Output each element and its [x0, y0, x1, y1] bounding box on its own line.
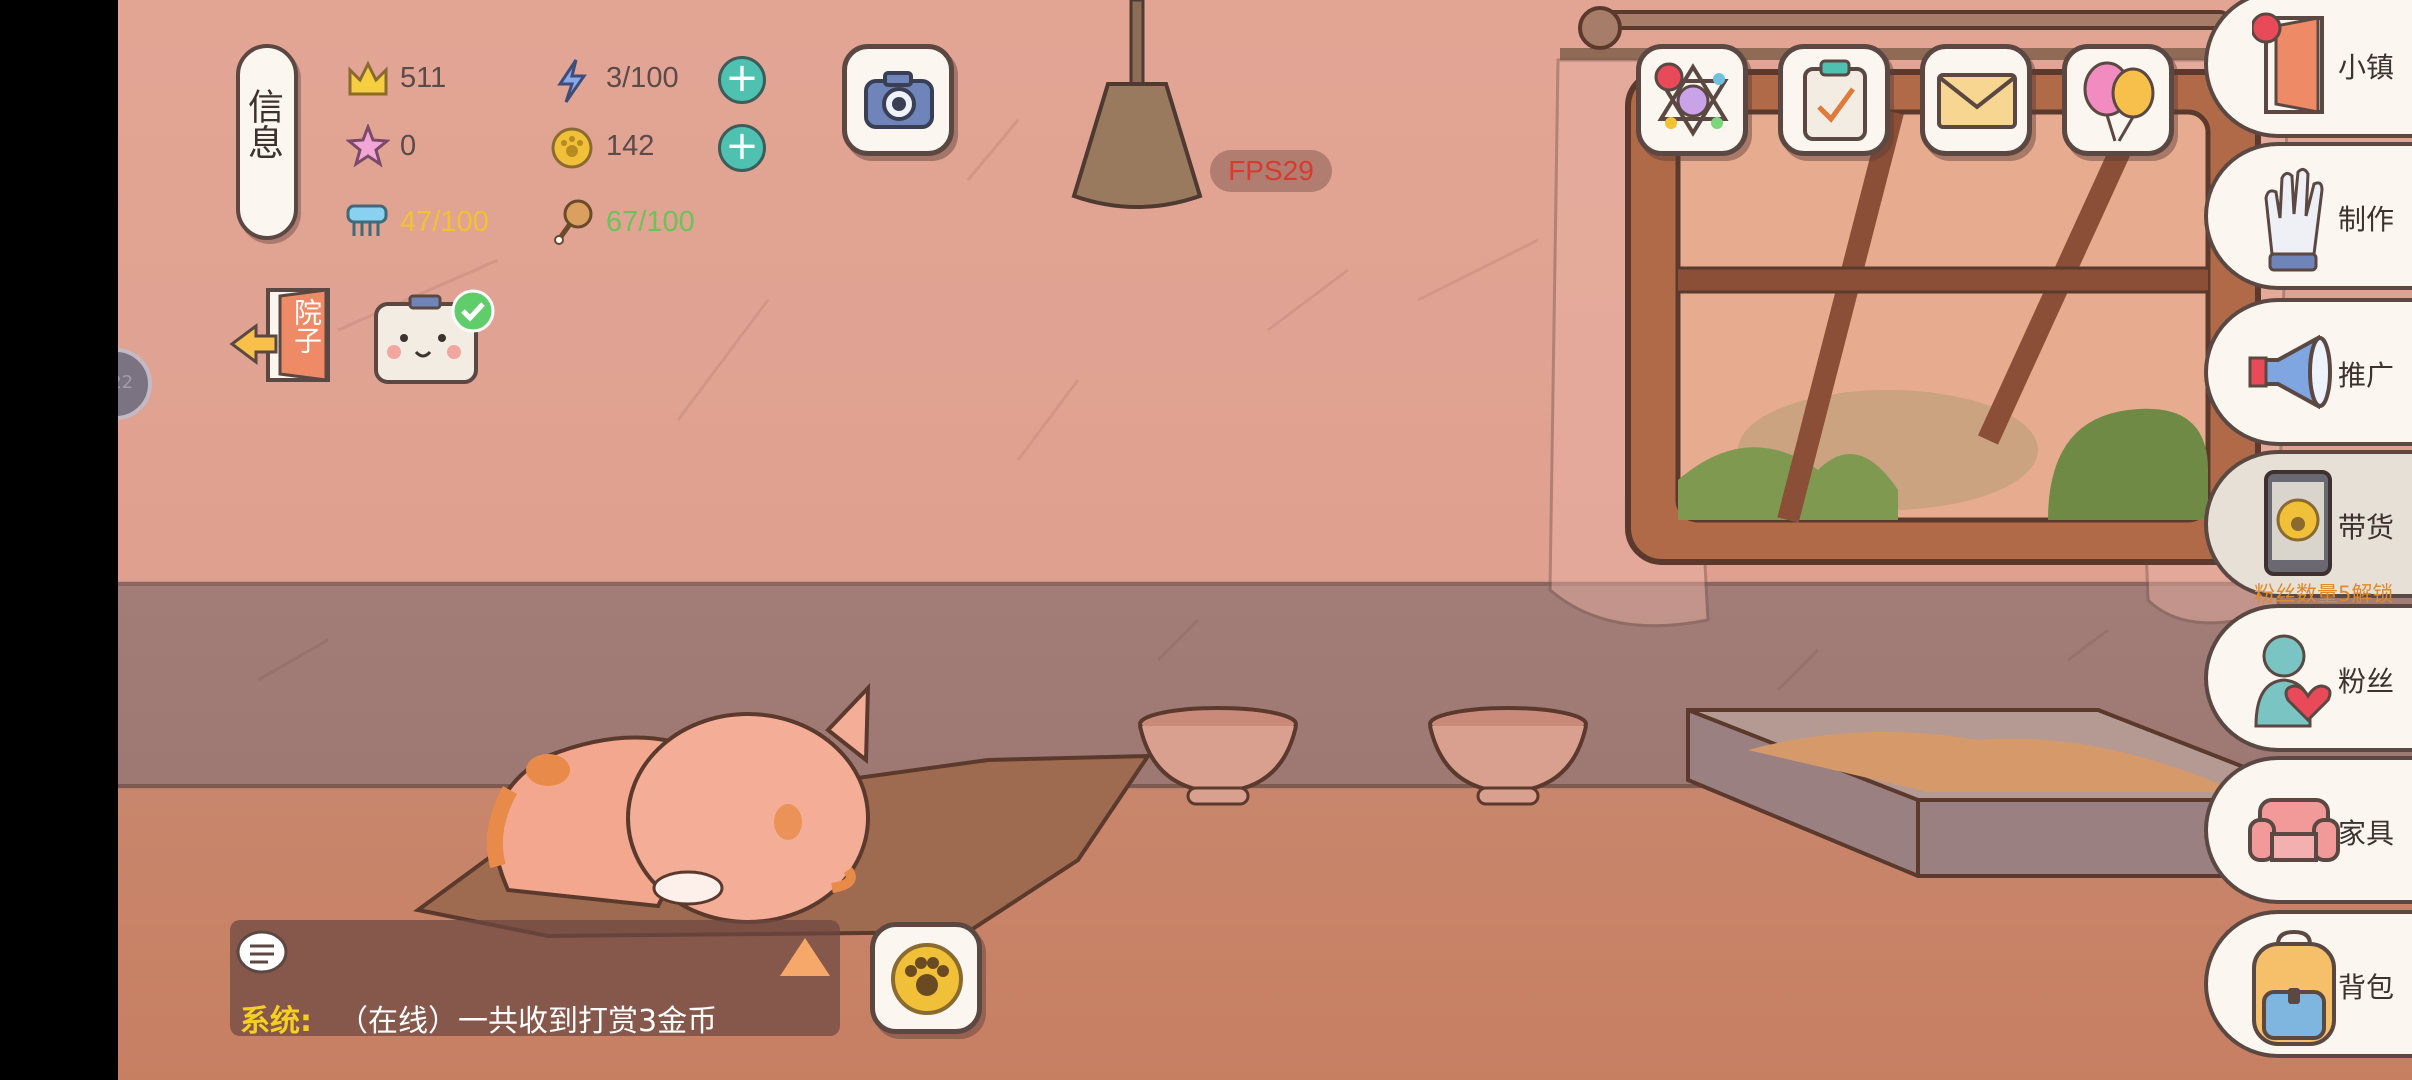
- energy-bolt-icon: [557, 59, 587, 103]
- side-menu-craft-label: 制作: [2338, 203, 2395, 236]
- star-icon: [346, 124, 390, 168]
- camera-button[interactable]: [842, 44, 954, 156]
- sofa-icon: [2248, 798, 2340, 862]
- side-menu-town-label: 小镇: [2338, 51, 2395, 84]
- sleeping-cat: [413, 682, 1152, 939]
- food-value: 67/100: [606, 206, 695, 238]
- food-bowl: [1138, 706, 1298, 806]
- side-menu-fans[interactable]: 粉丝: [2204, 604, 2412, 752]
- yard-door-label: 院子: [290, 298, 323, 354]
- info-button-label: 信息: [242, 88, 283, 160]
- info-button[interactable]: 信息: [236, 44, 298, 240]
- drumstick-icon: [554, 199, 593, 245]
- mail-button[interactable]: [1920, 44, 2032, 156]
- fps-badge: FPS29: [1210, 150, 1332, 192]
- balloons-icon: [2083, 61, 2155, 142]
- megaphone-icon: [2248, 334, 2332, 410]
- chat-message: （在线）一共收到打赏3金币: [338, 1004, 718, 1039]
- mail-icon: [1937, 73, 2017, 129]
- side-menu-promote-label: 推广: [2338, 359, 2395, 392]
- side-menu-sell-goods-label: 带货: [2338, 511, 2395, 544]
- hanging-lamp: [1071, 0, 1203, 209]
- side-menu-promote[interactable]: 推广: [2204, 298, 2412, 446]
- backpack-icon: [2252, 930, 2336, 1046]
- chat-panel[interactable]: 系统: （在线）一共收到打赏3金币: [230, 920, 840, 1039]
- cat-status-button[interactable]: [372, 289, 496, 390]
- paw-coin-icon: [551, 127, 593, 169]
- add-energy-button[interactable]: +: [718, 56, 766, 104]
- side-menu-backpack[interactable]: 背包: [2204, 910, 2412, 1058]
- add-coin-button[interactable]: +: [718, 124, 766, 172]
- side-menu-fans-label: 粉丝: [2338, 665, 2395, 698]
- clean-value: 47/100: [400, 206, 489, 238]
- balloons-button[interactable]: [2062, 44, 2174, 156]
- fans-heart-icon: [2254, 634, 2332, 728]
- chat-expand-icon[interactable]: [778, 934, 832, 978]
- crown-value: 511: [400, 62, 447, 94]
- side-menu-town[interactable]: 小镇: [2204, 0, 2412, 138]
- side-menu-sell-goods[interactable]: 带货: [2204, 450, 2412, 598]
- gift-box-button[interactable]: [1636, 44, 1748, 156]
- room-scene: FPS29 信息 511 3/100 + 0 142 + 47/100 67/1…: [118, 0, 2412, 1080]
- chat-sender: 系统:: [240, 1004, 312, 1039]
- side-menu-furniture-label: 家具: [2338, 817, 2395, 850]
- side-menu-craft[interactable]: 制作: [2204, 142, 2412, 290]
- fps-text: FPS29: [1228, 155, 1314, 186]
- task-clipboard-icon: [1803, 59, 1867, 141]
- check-badge-icon: [451, 289, 495, 333]
- phone-coin-icon: [2264, 470, 2332, 576]
- brush-icon: [346, 204, 388, 236]
- side-menu-backpack-label: 背包: [2338, 971, 2395, 1004]
- star-value: 0: [400, 130, 417, 162]
- task-clipboard-button[interactable]: [1778, 44, 1890, 156]
- side-menu-furniture[interactable]: 家具: [2204, 756, 2412, 904]
- paw-coin-button[interactable]: [870, 922, 982, 1034]
- camera-icon: [864, 71, 934, 129]
- yard-door-button[interactable]: 院子: [228, 286, 348, 386]
- coin-value: 142: [606, 130, 655, 162]
- crown-icon: [348, 60, 388, 96]
- energy-value: 3/100: [606, 62, 679, 94]
- gift-box-icon: [1654, 62, 1729, 137]
- glove-icon: [2264, 167, 2324, 272]
- water-bowl: [1428, 706, 1588, 806]
- floating-bubble-text: 222: [118, 372, 134, 393]
- paw-coin-icon: [891, 943, 963, 1015]
- chat-bubble-icon[interactable]: [234, 928, 290, 978]
- door-icon: [2252, 12, 2324, 114]
